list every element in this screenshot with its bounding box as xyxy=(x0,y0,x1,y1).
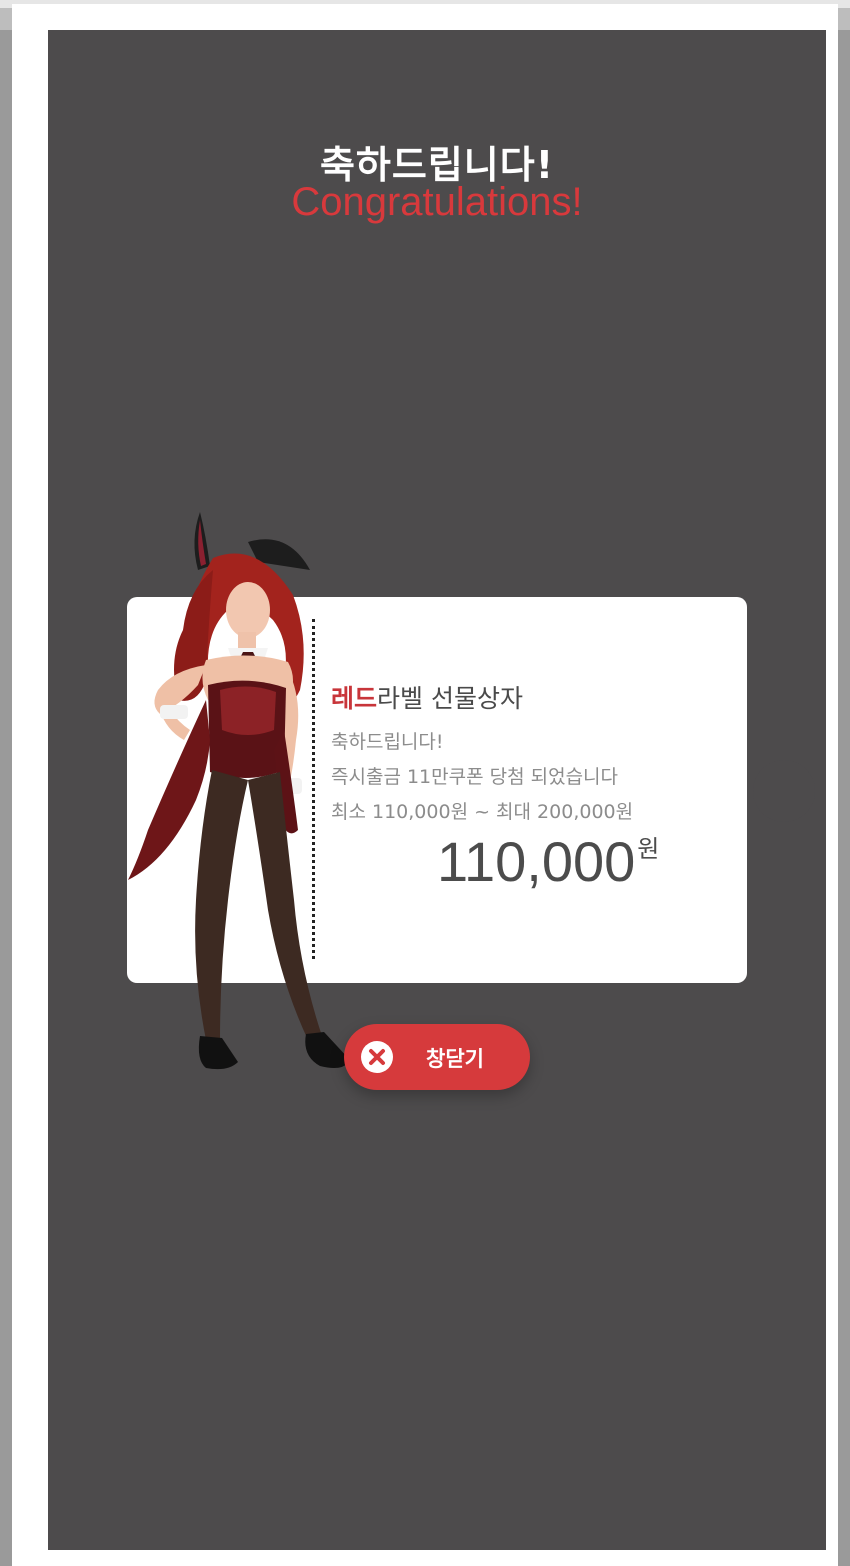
bunny-girl-illustration xyxy=(128,512,348,1070)
coupon-range: 최소 110,000원 ~ 최대 200,000원 xyxy=(331,801,634,823)
coupon-amount-unit: 원 xyxy=(637,835,660,863)
coupon-title: 레드라벨 선물상자 xyxy=(331,679,523,715)
coupon-notch xyxy=(753,760,815,822)
coupon-title-rest: 라벨 선물상자 xyxy=(377,684,523,713)
close-window-button[interactable]: 창닫기 xyxy=(344,1024,530,1090)
popup-title-english: Congratulations! xyxy=(291,180,583,224)
coupon-description: 즉시출금 11만쿠폰 당첨 되었습니다 xyxy=(331,766,619,788)
popup-panel: 축하드립니다! Congratulations! 레드라벨 선물상자 축하드립니… xyxy=(48,30,826,1550)
close-window-label: 창닫기 xyxy=(426,1047,484,1071)
popup-frame: 축하드립니다! Congratulations! 레드라벨 선물상자 축하드립니… xyxy=(12,4,838,1566)
coupon-amount: 110,000원 xyxy=(437,829,659,894)
coupon-amount-value: 110,000 xyxy=(437,830,636,893)
close-icon xyxy=(361,1041,393,1073)
